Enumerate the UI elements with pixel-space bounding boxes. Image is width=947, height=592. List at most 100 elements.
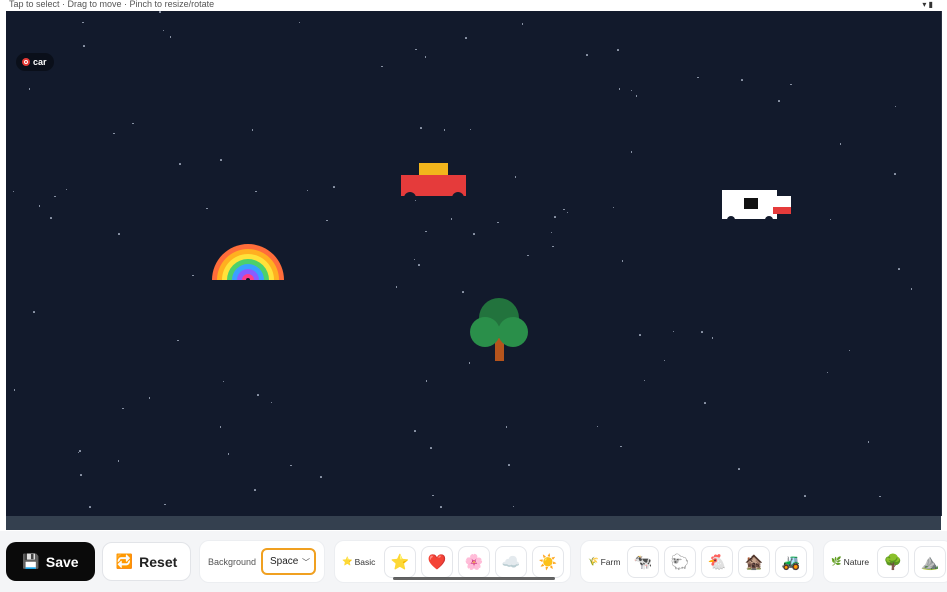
star-dot	[255, 190, 257, 193]
star-dot	[804, 495, 806, 497]
star-dot	[414, 199, 417, 202]
star-dot	[697, 76, 699, 79]
star-dot	[450, 218, 453, 220]
star-dot	[220, 159, 222, 161]
star-dot	[462, 291, 464, 293]
farm-group: 🌾 Farm 🐄 🐑 🐔 🏚️ 🚜	[580, 540, 814, 583]
tractor-sticker-button[interactable]: 🚜	[775, 546, 807, 578]
cow-sticker-button[interactable]: 🐄	[627, 546, 659, 578]
car-sticker[interactable]	[400, 162, 468, 198]
star-dot	[430, 447, 432, 449]
tree-sticker[interactable]	[469, 297, 531, 363]
battery-icon: ▾ ▮	[922, 0, 933, 9]
reset-label: Reset	[139, 553, 178, 570]
star-dot	[82, 21, 84, 23]
star-dot	[790, 83, 792, 86]
star-dot	[418, 264, 420, 266]
star-dot	[552, 245, 554, 248]
star-dot	[910, 288, 913, 290]
star-dot	[621, 260, 624, 262]
star-dot	[612, 206, 615, 209]
star-dot	[432, 494, 434, 497]
home-indicator	[393, 577, 555, 580]
background-label: Background	[208, 556, 257, 567]
star-dot	[425, 230, 427, 233]
barn-sticker-button[interactable]: 🏚️	[738, 546, 770, 578]
star-dot	[206, 207, 208, 210]
save-button[interactable]: 💾 Save	[6, 542, 95, 581]
star-dot	[227, 453, 230, 455]
status-bar: Tap to select · Drag to move · Pinch to …	[0, 0, 947, 11]
star-dot	[672, 330, 675, 333]
cloud-sticker-button[interactable]: ☁️	[495, 546, 527, 578]
mountain-sticker-button[interactable]: ⛰️	[914, 546, 946, 578]
bottom-toolbar: 💾 Save 🔁 Reset Background Space ﹀ ⭐ Basi…	[0, 531, 947, 592]
bus-sticker[interactable]	[721, 189, 793, 221]
star-dot	[117, 460, 120, 462]
star-dot	[251, 129, 254, 131]
star-dot	[420, 127, 422, 129]
sun-sticker-button[interactable]: ☀️	[532, 546, 564, 578]
star-dot	[620, 445, 622, 448]
star-dot	[222, 380, 225, 383]
nature-group: 🌿 Nature 🌳 ⛰️	[823, 540, 947, 583]
star-dot	[164, 503, 166, 506]
star-dot	[177, 339, 179, 342]
star-dot	[514, 176, 517, 178]
star-dot	[894, 105, 897, 108]
star-dot	[894, 173, 896, 175]
farm-group-label: 🌾 Farm	[588, 556, 621, 567]
star-dot	[440, 506, 442, 508]
star-dot	[527, 254, 529, 257]
star-dot	[778, 100, 780, 102]
star-dot	[663, 359, 666, 362]
star-dot	[290, 464, 292, 467]
star-dot	[473, 233, 475, 235]
star-dot	[635, 95, 638, 97]
star-sticker-button[interactable]: ⭐	[384, 546, 416, 578]
star-dot	[12, 190, 14, 193]
star-dot	[65, 188, 68, 191]
star-dot	[425, 380, 428, 382]
star-dot	[333, 186, 335, 188]
star-dot	[839, 143, 842, 145]
star-dot	[505, 426, 507, 428]
star-dot	[80, 474, 82, 476]
star-dot	[512, 505, 515, 508]
star-dot	[639, 334, 641, 336]
star-dot	[298, 21, 301, 24]
repeat-icon: 🔁	[115, 553, 134, 569]
star-dot	[563, 208, 565, 211]
star-dot	[33, 311, 35, 313]
star-dot	[257, 394, 259, 396]
target-icon	[22, 58, 30, 66]
selected-badge: car	[16, 53, 54, 71]
star-dot	[79, 450, 81, 452]
tree-sticker-button[interactable]: 🌳	[877, 546, 909, 578]
star-dot	[867, 441, 870, 443]
star-dot	[13, 389, 16, 391]
star-dot	[270, 401, 273, 404]
star-dot	[54, 195, 56, 197]
star-dot	[415, 48, 417, 51]
star-dot	[162, 29, 165, 32]
reset-button[interactable]: 🔁 Reset	[102, 542, 191, 581]
rainbow-sticker[interactable]	[211, 243, 285, 281]
star-dot	[826, 371, 829, 374]
floppy-disk-icon: 💾	[22, 553, 40, 569]
star-dot	[413, 258, 416, 261]
star-dot	[704, 402, 706, 404]
star-dot	[38, 205, 41, 207]
background-select[interactable]: Space ﹀	[261, 548, 316, 575]
flower-sticker-button[interactable]: 🌸	[458, 546, 490, 578]
chicken-sticker-button[interactable]: 🐔	[701, 546, 733, 578]
star-dot	[118, 233, 120, 235]
star-dot	[122, 407, 124, 410]
star-dot	[617, 49, 619, 51]
sheep-sticker-button[interactable]: 🐑	[664, 546, 696, 578]
drawing-canvas[interactable]: car	[6, 11, 942, 516]
star-dot	[320, 476, 322, 478]
star-dot	[741, 79, 743, 81]
heart-sticker-button[interactable]: ❤️	[421, 546, 453, 578]
star-dot	[424, 56, 427, 58]
